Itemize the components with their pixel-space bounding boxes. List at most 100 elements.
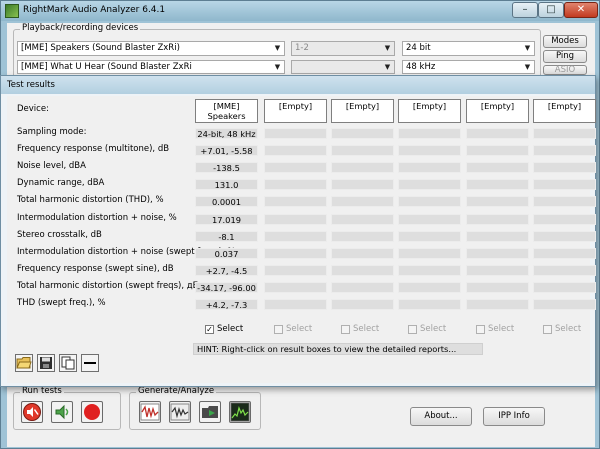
result-cell[interactable] (466, 179, 529, 190)
asio-button[interactable]: ASIO (543, 65, 587, 75)
result-cell[interactable] (331, 145, 394, 156)
result-cell[interactable] (398, 299, 461, 310)
result-cell[interactable]: -138.5 (195, 162, 258, 173)
spectrum-icon[interactable] (229, 401, 251, 423)
result-cell[interactable] (331, 214, 394, 225)
result-cell[interactable] (533, 179, 596, 190)
result-cell[interactable] (264, 214, 327, 225)
result-cell[interactable] (533, 231, 596, 242)
result-cell[interactable] (466, 162, 529, 173)
select-checkbox[interactable] (476, 325, 485, 334)
result-cell[interactable] (533, 196, 596, 207)
result-cell[interactable]: 17.019 (195, 214, 258, 225)
result-cell[interactable] (264, 128, 327, 139)
result-cell[interactable] (466, 231, 529, 242)
result-cell[interactable] (398, 231, 461, 242)
result-cell[interactable] (466, 145, 529, 156)
result-cell[interactable] (466, 248, 529, 259)
result-cell[interactable] (398, 248, 461, 259)
result-cell[interactable] (331, 248, 394, 259)
result-cell[interactable] (533, 265, 596, 276)
record-stop-icon[interactable] (81, 401, 103, 423)
device-header[interactable]: [Empty] (331, 99, 394, 123)
result-cell[interactable] (466, 214, 529, 225)
save-icon[interactable] (37, 354, 55, 372)
result-cell[interactable] (533, 248, 596, 259)
bit-depth-select[interactable]: 24 bit ▼ (402, 41, 535, 56)
select-checkbox[interactable] (543, 325, 552, 334)
result-cell[interactable] (533, 282, 596, 293)
select-checkbox[interactable] (274, 325, 283, 334)
select-checkbox[interactable]: ✓ (205, 325, 214, 334)
result-cell[interactable] (398, 214, 461, 225)
result-cell[interactable] (398, 196, 461, 207)
result-cell[interactable]: 0.037 (195, 248, 258, 259)
speaker-icon[interactable] (51, 401, 73, 423)
result-cell[interactable] (466, 128, 529, 139)
result-cell[interactable] (264, 179, 327, 190)
result-cell[interactable]: 0.0001 (195, 196, 258, 207)
main-titlebar[interactable]: RightMark Audio Analyzer 6.4.1 – □ ✕ (1, 1, 599, 21)
minimize-button[interactable]: – (512, 2, 538, 18)
result-cell[interactable]: -8.1 (195, 231, 258, 242)
result-cell[interactable] (264, 299, 327, 310)
select-checkbox[interactable] (341, 325, 350, 334)
result-cell[interactable]: +4.2, -7.3 (195, 299, 258, 310)
select-checkbox[interactable] (408, 325, 417, 334)
copy-icon[interactable] (59, 354, 77, 372)
maximize-button[interactable]: □ (538, 2, 564, 18)
result-cell[interactable] (264, 162, 327, 173)
device-header[interactable]: [Empty] (398, 99, 461, 123)
result-cell[interactable] (398, 282, 461, 293)
channels-select[interactable]: 1-2 ▼ (291, 41, 395, 56)
test-results-titlebar[interactable]: Test results (1, 76, 595, 94)
recording-device-select[interactable]: [MME] What U Hear (Sound Blaster ZxRi ▼ (17, 60, 285, 74)
result-cell[interactable] (533, 214, 596, 225)
result-cell[interactable] (398, 128, 461, 139)
result-cell[interactable] (533, 162, 596, 173)
result-cell[interactable] (466, 265, 529, 276)
about-button[interactable]: About... (410, 407, 472, 426)
minus-icon[interactable] (81, 354, 99, 372)
result-cell[interactable]: 131.0 (195, 179, 258, 190)
result-cell[interactable]: 24-bit, 48 kHz (195, 128, 258, 139)
result-cell[interactable] (331, 128, 394, 139)
waveform-icon[interactable] (139, 401, 161, 423)
result-cell[interactable] (398, 162, 461, 173)
result-cell[interactable] (398, 265, 461, 276)
result-cell[interactable] (264, 196, 327, 207)
result-cell[interactable] (331, 265, 394, 276)
result-cell[interactable]: +7.01, -5.58 (195, 145, 258, 156)
result-cell[interactable] (398, 179, 461, 190)
result-cell[interactable] (331, 179, 394, 190)
device-header[interactable]: [Empty] (466, 99, 529, 123)
device-header[interactable]: [Empty] (264, 99, 327, 123)
analyze-waveform-icon[interactable] (169, 401, 191, 423)
open-folder-icon[interactable] (15, 354, 33, 372)
result-cell[interactable] (264, 265, 327, 276)
result-cell[interactable] (331, 231, 394, 242)
device-header[interactable]: [MME] Speakers (Sound Blaster (195, 99, 258, 123)
rec-channels-select[interactable]: ▼ (291, 60, 395, 74)
result-cell[interactable] (331, 299, 394, 310)
result-cell[interactable] (264, 282, 327, 293)
result-cell[interactable] (331, 162, 394, 173)
sample-rate-select[interactable]: 48 kHz ▼ (402, 60, 535, 74)
result-cell[interactable] (264, 231, 327, 242)
result-cell[interactable] (533, 145, 596, 156)
result-cell[interactable] (264, 145, 327, 156)
close-button[interactable]: ✕ (564, 2, 598, 18)
result-cell[interactable]: +2.7, -4.5 (195, 265, 258, 276)
result-cell[interactable] (398, 145, 461, 156)
result-cell[interactable] (264, 248, 327, 259)
result-cell[interactable]: -34.17, -96.00 (195, 282, 258, 293)
result-cell[interactable] (533, 299, 596, 310)
modes-button[interactable]: Modes (543, 35, 587, 48)
result-cell[interactable] (331, 282, 394, 293)
result-cell[interactable] (466, 299, 529, 310)
playback-device-select[interactable]: [MME] Speakers (Sound Blaster ZxRi) ▼ (17, 41, 285, 56)
speaker-mute-icon[interactable] (21, 401, 43, 423)
folder-play-icon[interactable] (199, 401, 221, 423)
device-header[interactable]: [Empty] (533, 99, 596, 123)
result-cell[interactable] (331, 196, 394, 207)
